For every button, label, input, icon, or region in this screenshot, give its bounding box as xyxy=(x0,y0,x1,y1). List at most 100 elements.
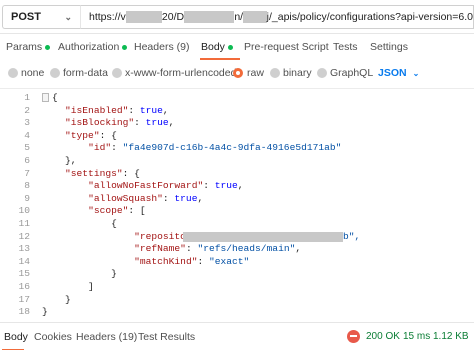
redacted-block xyxy=(183,231,343,242)
status-code[interactable]: 200 OK xyxy=(366,331,400,342)
line-number: 13 xyxy=(18,243,30,255)
option-form-data-label: form-data xyxy=(63,67,108,79)
line-number: 5 xyxy=(24,142,30,154)
code-text: "matchKind": "exact" xyxy=(134,255,250,267)
url-suffix: /_apis/policy/configurations?api-version… xyxy=(269,11,473,23)
code-editor[interactable]: 1{ 2 "isEnabled": true, 3 "isBlocking": … xyxy=(0,92,474,320)
code-text: "refName": "refs/heads/main", xyxy=(134,243,302,255)
url-part-2: n/ xyxy=(234,11,244,23)
tab-label: Authorization xyxy=(58,41,120,53)
code-text: }, xyxy=(42,155,77,166)
code-line: 13 "refName": "refs/heads/main", xyxy=(0,243,474,256)
option-urlencoded-label: x-www-form-urlencoded xyxy=(125,67,237,79)
url-prefix: https://v xyxy=(89,11,126,23)
code-line: 14 "matchKind": "exact" xyxy=(0,256,474,269)
response-tab-headers[interactable]: Headers (19) xyxy=(76,331,137,343)
response-time[interactable]: 15 ms xyxy=(403,331,430,342)
tab-label: Headers (9) xyxy=(134,41,190,53)
status-dot xyxy=(227,44,233,50)
line-number: 3 xyxy=(24,117,30,129)
tab-settings[interactable]: Settings xyxy=(370,41,408,53)
line-number: 11 xyxy=(18,218,30,229)
url-input[interactable]: https://v 20/D n/ j /_apis/policy/config… xyxy=(80,5,474,29)
line-number: 2 xyxy=(24,104,30,116)
redacted-block xyxy=(184,11,235,23)
line-number: 4 xyxy=(24,129,30,141)
code-line: 3 "isBlocking": true, xyxy=(0,117,474,130)
method-select[interactable]: POST ⌄ xyxy=(2,5,80,29)
line-number: 15 xyxy=(18,268,30,280)
tab-body[interactable]: Body xyxy=(201,41,233,53)
tab-headers[interactable]: Headers (9) xyxy=(134,41,189,53)
tab-tests[interactable]: Tests xyxy=(333,41,358,53)
response-bar: Body Cookies Headers (19) Test Results 2… xyxy=(0,322,474,350)
tab-label: Body xyxy=(201,41,225,53)
line-number: 14 xyxy=(18,255,30,267)
redacted-block xyxy=(125,11,162,23)
chevron-down-icon: ⌄ xyxy=(64,12,72,22)
body-type-options: none form-data x-www-form-urlencoded raw… xyxy=(0,63,474,83)
line-number: 7 xyxy=(24,167,30,179)
code-line: 9 "allowSquash": true, xyxy=(0,193,474,206)
radio-graphql[interactable] xyxy=(317,68,327,78)
radio-urlencoded[interactable] xyxy=(112,68,122,78)
code-line: 1{ xyxy=(0,92,474,105)
tab-params[interactable]: Params xyxy=(6,41,51,53)
chevron-down-icon: ⌄ xyxy=(412,69,420,78)
response-size[interactable]: 1.12 KB xyxy=(433,331,469,342)
radio-form-data[interactable] xyxy=(50,68,60,78)
tab-label: Settings xyxy=(370,41,408,53)
code-text: { xyxy=(42,218,117,229)
line-number: 12 xyxy=(18,230,30,242)
option-binary-label: binary xyxy=(283,67,312,79)
response-tab-test-results[interactable]: Test Results xyxy=(138,331,195,343)
url-bar: POST ⌄ https://v 20/D n/ j /_apis/policy… xyxy=(0,0,474,34)
tab-authorization[interactable]: Authorization xyxy=(58,41,128,53)
code-text-content: "isEnabled": true, xyxy=(65,104,169,116)
code-text: "isBlocking": true, xyxy=(65,117,175,129)
tab-pre-request-script[interactable]: Pre-request Script xyxy=(244,41,329,53)
redacted-block xyxy=(243,11,267,23)
code-line: 15 } xyxy=(0,268,474,281)
tab-label: Pre-request Script xyxy=(244,41,329,53)
code-line: 5 "id": "fa4e907d-c16b-4a4c-9dfa-4916e5d… xyxy=(0,142,474,155)
response-tab-body[interactable]: Body xyxy=(4,331,28,343)
code-text: } xyxy=(42,293,71,305)
option-graphql-label: GraphQL xyxy=(330,67,374,79)
code-line: 2 "isEnabled": true, xyxy=(0,105,474,118)
line-number: 10 xyxy=(18,205,30,217)
code-line: 6 }, xyxy=(0,155,474,168)
option-raw-label: raw xyxy=(247,67,264,79)
code-text: "type": { xyxy=(65,129,117,141)
radio-none[interactable] xyxy=(8,68,18,78)
code-line: 17 } xyxy=(0,294,474,307)
line-number: 1 xyxy=(24,92,30,103)
line-number: 18 xyxy=(18,306,30,318)
code-text: } xyxy=(42,268,117,280)
code-line: 4 "type": { xyxy=(0,130,474,143)
code-line: 18} xyxy=(0,306,474,319)
tab-label: Tests xyxy=(333,41,358,53)
repo-id-tail: b", xyxy=(343,230,361,242)
radio-raw[interactable] xyxy=(233,68,243,78)
code-line: 7 "settings": { xyxy=(0,168,474,181)
line-number: 17 xyxy=(18,293,30,305)
active-tab-indicator xyxy=(200,58,240,60)
code-line: 16 ] xyxy=(0,281,474,294)
method-label: POST xyxy=(11,11,41,23)
code-line: 12 "repositoryId": "4b", xyxy=(0,231,474,244)
code-line: 10 "scope": [ xyxy=(0,205,474,218)
code-text: "scope": [ xyxy=(88,205,146,217)
code-text: "allowNoFastForward": true, xyxy=(88,180,244,192)
globe-icon[interactable] xyxy=(347,330,360,343)
code-text: { xyxy=(52,92,58,103)
format-label: JSON xyxy=(378,67,407,79)
request-tabs: Params Authorization Headers (9) Body Pr… xyxy=(0,38,474,58)
radio-binary[interactable] xyxy=(270,68,280,78)
option-none-label: none xyxy=(21,67,45,79)
format-dropdown[interactable]: JSON ⌄ xyxy=(378,67,419,79)
code-text: ] xyxy=(42,281,94,292)
code-line: 11 { xyxy=(0,218,474,231)
response-tab-cookies[interactable]: Cookies xyxy=(34,331,72,343)
fold-marker-icon[interactable] xyxy=(42,93,49,102)
